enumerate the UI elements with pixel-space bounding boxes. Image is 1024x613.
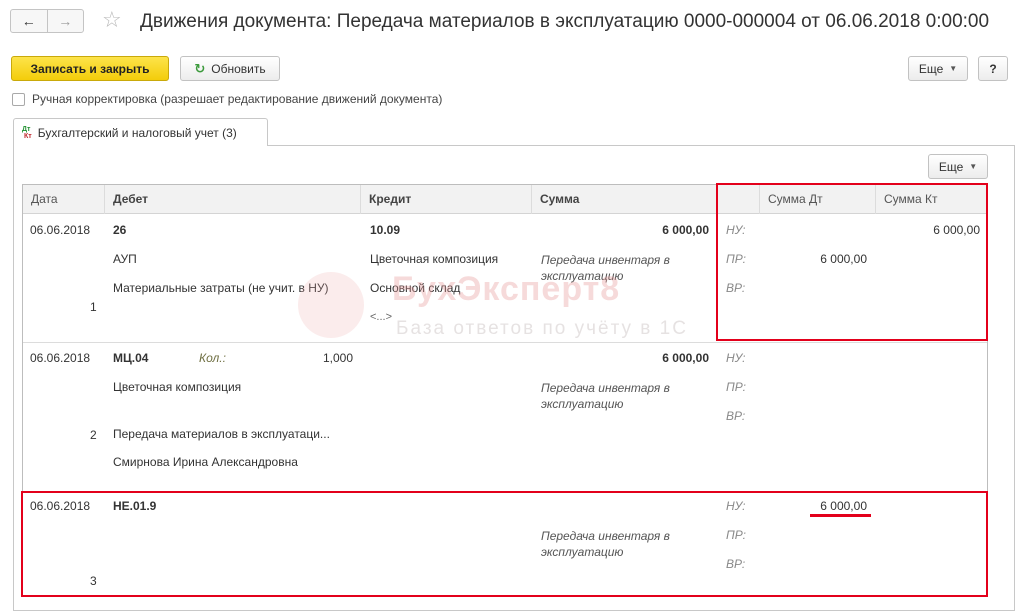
arrow-right-icon: → (58, 13, 73, 29)
header-credit[interactable]: Кредит (361, 185, 532, 214)
refresh-button[interactable]: ↻ Обновить (180, 56, 280, 81)
favorite-star-icon[interactable]: ☆ (102, 8, 122, 32)
manual-correction-checkbox[interactable] (12, 93, 25, 106)
quantity-label: Кол.: (199, 351, 226, 365)
credit-subconto-3: <...> (370, 311, 393, 323)
debit-subconto-2: Материальные затраты (не учит. в НУ) (113, 281, 329, 295)
tab-label: Бухгалтерский и налоговый учет (3) (37, 125, 237, 140)
sum-kt-nu: 6 000,00 (933, 223, 980, 237)
window-title: Движения документа: Передача материалов … (140, 11, 990, 32)
dt-kt-icon: Дт Кт (22, 125, 32, 140)
label-pr: ПР: (726, 380, 746, 394)
quantity-value: 1,000 (322, 351, 353, 365)
header-date[interactable]: Дата (23, 185, 105, 214)
row-content: Передача инвентаря в эксплуатацию (541, 253, 670, 283)
debit-subconto-1: Цветочная композиция (113, 380, 242, 394)
header-debit[interactable]: Дебет (105, 185, 361, 214)
caret-down-icon: ▼ (969, 162, 978, 171)
label-vr: ВР: (726, 281, 746, 295)
header-sum-dt[interactable]: Сумма Дт (760, 185, 876, 214)
arrow-left-icon: ← (21, 13, 36, 29)
refresh-label: Обновить (211, 61, 266, 76)
label-pr: ПР: (726, 528, 746, 542)
row-number: 1 (90, 300, 97, 314)
debit-account: 26 (113, 223, 127, 237)
postings-table[interactable]: Дата Дебет Кредит Сумма Сумма Дт Сумма К… (22, 184, 988, 597)
header-type[interactable] (718, 185, 760, 214)
row-number: 3 (90, 574, 97, 588)
row-divider (23, 492, 987, 493)
row-number: 2 (90, 428, 97, 442)
credit-subconto-2: Основной склад (370, 281, 461, 295)
header-sum-kt[interactable]: Сумма Кт (876, 185, 987, 214)
row-date: 06.06.2018 (30, 351, 91, 365)
more-button[interactable]: Еще ▼ (908, 56, 968, 81)
highlight-underline (810, 514, 871, 517)
row-date: 06.06.2018 (30, 499, 91, 513)
debit-account: МЦ.04 (113, 351, 149, 365)
label-vr: ВР: (726, 557, 746, 571)
manual-correction-label: Ручная корректировка (разрешает редактир… (32, 92, 443, 106)
more-label: Еще (918, 61, 944, 76)
grid-more-label: Еще (938, 159, 964, 174)
debit-subconto-1: АУП (113, 252, 137, 266)
help-button[interactable]: ? (978, 56, 1008, 81)
row-content: Передача инвентаря в эксплуатацию (541, 529, 670, 559)
grid-more-button[interactable]: Еще ▼ (928, 154, 988, 179)
save-and-close-button[interactable]: Записать и закрыть (11, 56, 169, 81)
tab-accounting[interactable]: Дт Кт Бухгалтерский и налоговый учет (3) (13, 118, 268, 146)
credit-subconto-1: Цветочная композиция (370, 252, 499, 266)
label-pr: ПР: (726, 252, 746, 266)
label-vr: ВР: (726, 409, 746, 423)
caret-down-icon: ▼ (949, 64, 958, 73)
refresh-icon: ↻ (194, 60, 206, 76)
row-divider (23, 342, 987, 343)
label-nu: НУ: (726, 351, 746, 365)
label-nu: НУ: (726, 499, 746, 513)
row-sum: 6 000,00 (662, 351, 709, 365)
table-header: Дата Дебет Кредит Сумма Сумма Дт Сумма К… (23, 185, 987, 214)
debit-subconto-2: Передача материалов в эксплуатаци... (113, 427, 330, 441)
back-button[interactable]: ← (11, 10, 48, 32)
sum-dt-pr: 6 000,00 (820, 252, 867, 266)
row-date: 06.06.2018 (30, 223, 91, 237)
forward-button[interactable]: → (48, 10, 84, 32)
sum-dt-nu: 6 000,00 (820, 499, 867, 513)
header-sum[interactable]: Сумма (532, 185, 718, 214)
row-content: Передача инвентаря в эксплуатацию (541, 381, 670, 411)
row-sum: 6 000,00 (662, 223, 709, 237)
label-nu: НУ: (726, 223, 746, 237)
debit-account: НЕ.01.9 (113, 499, 157, 513)
nav-group: ← → (10, 9, 84, 33)
debit-subconto-3: Смирнова Ирина Александровна (113, 455, 298, 469)
credit-account: 10.09 (370, 223, 401, 237)
